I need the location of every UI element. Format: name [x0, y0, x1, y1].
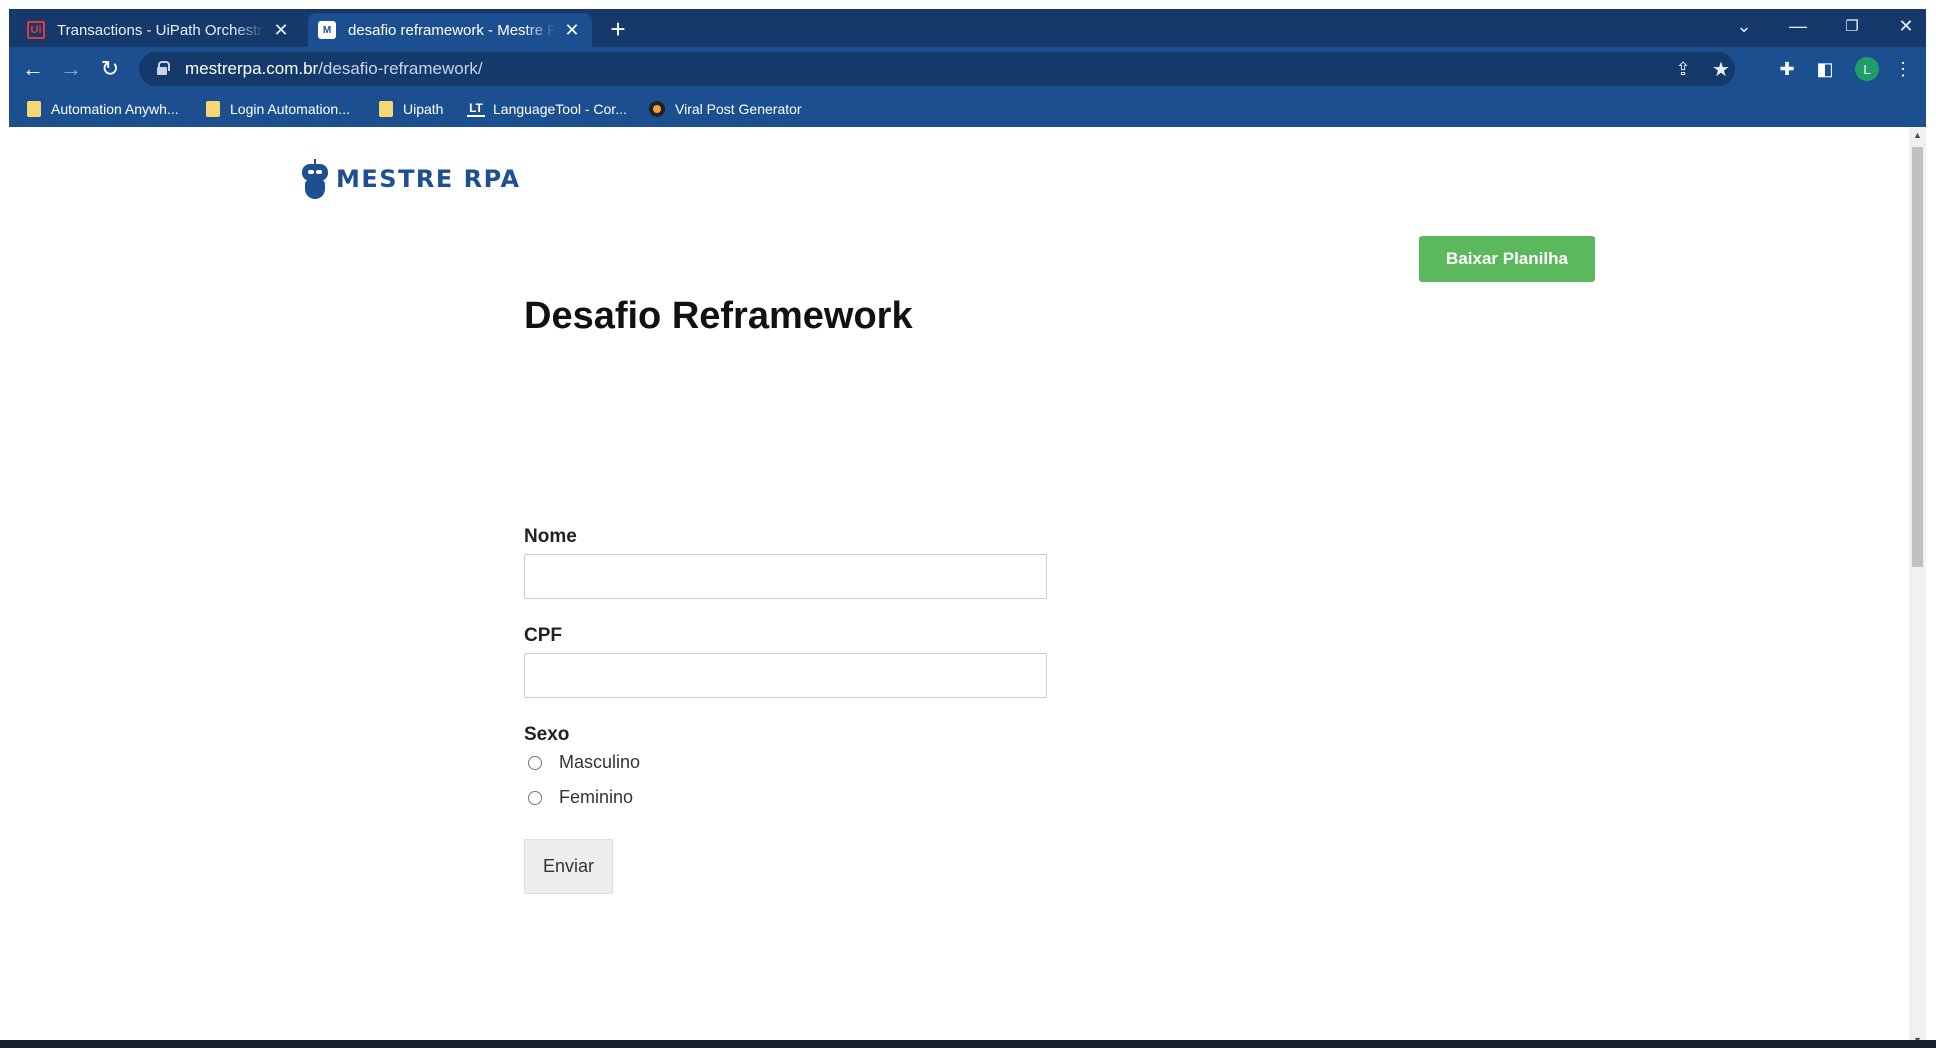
close-icon[interactable]: ✕	[271, 20, 291, 41]
tab-strip: Ui Transactions - UiPath Orchestrator ✕ …	[9, 9, 1926, 47]
name-input[interactable]	[524, 554, 1047, 599]
site-logo[interactable]: MESTRE RPA	[300, 159, 521, 199]
languagetool-icon: LT	[467, 101, 485, 117]
logo-text: MESTRE RPA	[336, 165, 521, 193]
bookmark-label: LanguageTool - Cor...	[493, 101, 627, 117]
bookmark-login-automation[interactable]: Login Automation...	[206, 99, 350, 119]
lock-icon[interactable]	[157, 61, 170, 75]
restore-icon[interactable]: ❐	[1829, 9, 1875, 43]
bookmark-viral-post-generator[interactable]: Viral Post Generator	[649, 99, 802, 119]
side-panel-icon[interactable]: ◧	[1811, 55, 1839, 83]
scroll-thumb[interactable]	[1912, 147, 1923, 567]
browser-window: Ui Transactions - UiPath Orchestrator ✕ …	[9, 9, 1926, 1048]
extensions-icon[interactable]: ✚	[1773, 55, 1801, 83]
reload-icon[interactable]: ↻	[94, 53, 126, 85]
tab-title: desafio reframework - Mestre RPA	[348, 21, 556, 39]
page-content: MESTRE RPA Baixar Planilha Desafio Refra…	[9, 127, 1909, 1048]
folder-icon	[206, 101, 220, 117]
tab-uipath-orchestrator[interactable]: Ui Transactions - UiPath Orchestrator ✕	[17, 13, 301, 47]
window-close-icon[interactable]: ✕	[1883, 9, 1929, 43]
new-tab-icon[interactable]: +	[603, 15, 633, 45]
url-path: /desafio-reframework/	[318, 59, 483, 78]
bookmark-uipath[interactable]: Uipath	[379, 99, 443, 119]
mestrerpa-favicon-icon: M	[318, 21, 336, 39]
tab-search-icon[interactable]: ⌄	[1721, 9, 1767, 43]
radio-button[interactable]	[528, 790, 542, 805]
bookmark-label: Viral Post Generator	[675, 101, 802, 117]
radio-option-feminino[interactable]: Feminino	[528, 787, 633, 808]
tab-desafio-reframework[interactable]: M desafio reframework - Mestre RPA ✕	[308, 13, 592, 47]
vertical-scrollbar[interactable]: ▲ ▼	[1909, 127, 1926, 1048]
menu-kebab-icon[interactable]: ⋮	[1889, 55, 1917, 83]
forward-icon[interactable]: →	[55, 53, 87, 85]
tab-title: Transactions - UiPath Orchestrator	[57, 21, 265, 39]
close-icon[interactable]: ✕	[562, 20, 582, 41]
minimize-icon[interactable]: —	[1775, 9, 1821, 43]
robot-logo-icon	[300, 159, 330, 199]
name-label: Nome	[524, 526, 577, 547]
cpf-input[interactable]	[524, 653, 1047, 698]
url-domain: mestrerpa.com.br	[185, 59, 319, 78]
submit-button[interactable]: Enviar	[524, 839, 613, 894]
radio-button[interactable]	[528, 755, 542, 770]
uipath-favicon-icon: Ui	[27, 21, 45, 39]
taskbar-edge	[0, 1040, 1936, 1048]
profile-avatar[interactable]: L	[1855, 57, 1879, 81]
bookmarks-bar: Automation Anywh... Login Automation... …	[9, 91, 1926, 127]
back-icon[interactable]: ←	[17, 53, 49, 85]
folder-icon	[27, 101, 41, 117]
download-spreadsheet-button[interactable]: Baixar Planilha	[1419, 236, 1595, 282]
bookmark-star-icon[interactable]: ★	[1709, 57, 1733, 81]
bookmark-label: Login Automation...	[230, 101, 350, 117]
bookmark-label: Uipath	[403, 101, 444, 117]
url-text: mestrerpa.com.br/desafio-reframework/	[185, 59, 483, 79]
screen: Ui Transactions - UiPath Orchestrator ✕ …	[0, 0, 1936, 1048]
radio-label: Feminino	[559, 787, 634, 807]
share-icon[interactable]: ⇪	[1671, 57, 1695, 81]
toolbar: ← → ↻ mestrerpa.com.br/desafio-reframewo…	[9, 47, 1926, 91]
page-title: Desafio Reframework	[524, 295, 913, 337]
viral-icon	[649, 101, 665, 117]
radio-option-masculino[interactable]: Masculino	[528, 752, 640, 773]
sex-label: Sexo	[524, 724, 570, 745]
address-bar[interactable]: mestrerpa.com.br/desafio-reframework/ ⇪ …	[139, 52, 1735, 86]
bookmark-automation-anywhere[interactable]: Automation Anywh...	[27, 99, 179, 119]
radio-label: Masculino	[559, 752, 641, 772]
bookmark-languagetool[interactable]: LT LanguageTool - Cor...	[467, 99, 627, 119]
cpf-label: CPF	[524, 625, 562, 646]
bookmark-label: Automation Anywh...	[51, 101, 179, 117]
scroll-up-icon[interactable]: ▲	[1909, 127, 1926, 143]
folder-icon	[379, 101, 393, 117]
